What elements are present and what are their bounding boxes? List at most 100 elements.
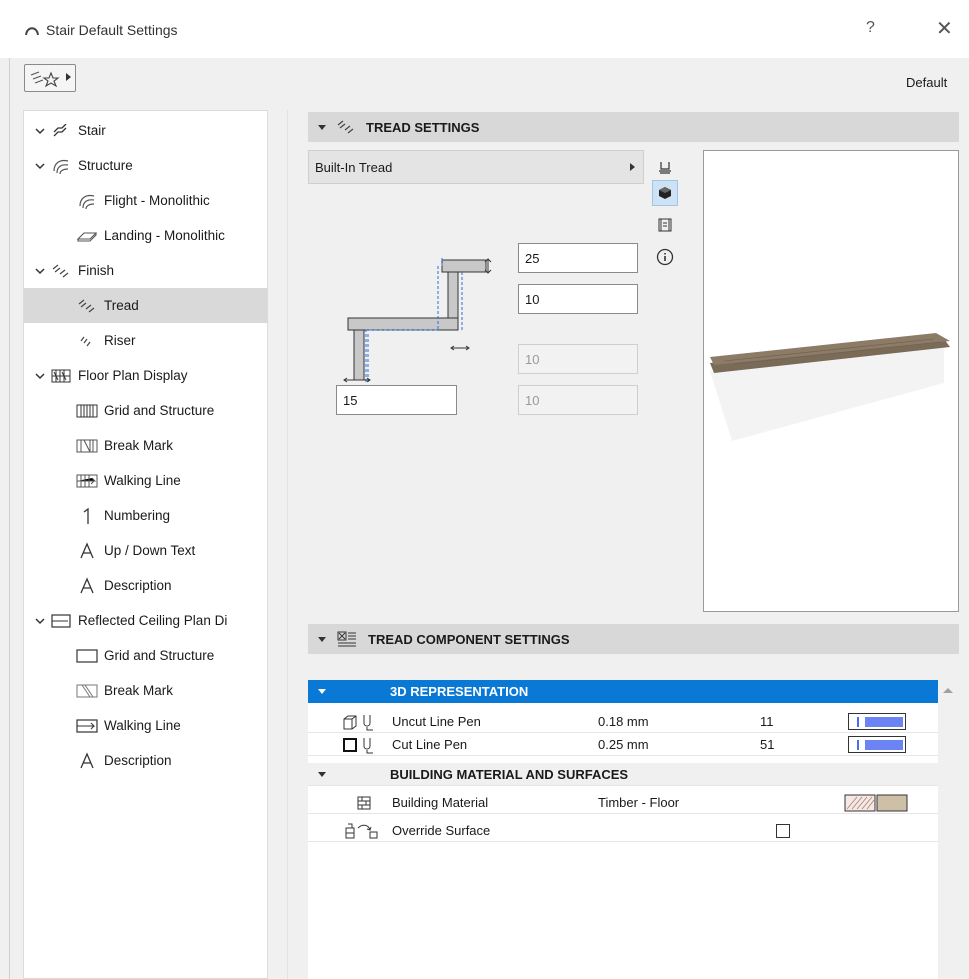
row-name: Building Material xyxy=(392,795,489,810)
tread-bottom-input[interactable]: 15 xyxy=(336,385,457,415)
favorites-arrow-icon xyxy=(66,73,71,81)
building-material-icon xyxy=(356,791,372,814)
tree-item-riser[interactable]: Riser xyxy=(24,323,267,358)
favorites-button[interactable] xyxy=(24,64,76,92)
landing-icon xyxy=(76,227,98,245)
tree-item-grid-and-structure[interactable]: Grid and Structure xyxy=(24,393,267,428)
tree-item-rcp-walking-line[interactable]: Walking Line xyxy=(24,708,267,743)
tree-item-up-down-text[interactable]: Up / Down Text xyxy=(24,533,267,568)
submenu-arrow-icon xyxy=(630,163,635,171)
cube-icon xyxy=(659,187,671,199)
tree-item-walking-line[interactable]: Walking Line xyxy=(24,463,267,498)
override-surface-checkbox[interactable] xyxy=(776,819,790,842)
text-a-icon xyxy=(76,576,98,595)
walking-line-icon xyxy=(76,717,98,735)
collapse-triangle-icon xyxy=(318,124,326,130)
tree-item-reflected-ceiling-plan[interactable]: Reflected Ceiling Plan Di xyxy=(24,603,267,638)
rectangle-icon xyxy=(76,647,98,665)
tread-nosing-input[interactable]: 10 xyxy=(518,284,638,314)
info-button[interactable] xyxy=(652,244,678,270)
group-3d-representation[interactable]: 3D REPRESENTATION xyxy=(308,680,938,703)
tree-item-label: Landing - Monolithic xyxy=(104,228,225,243)
3d-view-button[interactable] xyxy=(652,180,678,206)
tread-3d-model xyxy=(710,333,950,441)
uncut-line-icon xyxy=(342,710,376,733)
tree-item-label: Break Mark xyxy=(104,683,174,698)
tread-settings-header[interactable]: TREAD SETTINGS xyxy=(308,112,959,142)
tree-item-label: Flight - Monolithic xyxy=(104,193,210,208)
tree-item-break-mark[interactable]: Break Mark xyxy=(24,428,267,463)
tree-item-finish[interactable]: Finish xyxy=(24,253,267,288)
cut-line-icon xyxy=(342,733,376,756)
tree-item-flight-monolithic[interactable]: Flight - Monolithic xyxy=(24,183,267,218)
tread-thickness-input[interactable]: 25 xyxy=(518,243,638,273)
row-cut-line-pen[interactable]: Cut Line Pen 0.25 mm 51 xyxy=(308,733,938,756)
tree-item-label: Floor Plan Display xyxy=(78,368,188,383)
riser-icon xyxy=(76,332,98,350)
text-a-icon xyxy=(76,751,98,770)
tread-offset-input-disabled: 10 xyxy=(518,344,638,374)
panel-divider xyxy=(287,110,288,979)
tree-item-rcp-description[interactable]: Description xyxy=(24,743,267,778)
group-label: BUILDING MATERIAL AND SURFACES xyxy=(390,767,629,782)
tree-item-tread[interactable]: Tread xyxy=(24,288,267,323)
numbering-icon xyxy=(76,507,98,525)
group-building-material[interactable]: BUILDING MATERIAL AND SURFACES xyxy=(308,763,938,786)
group-label: 3D REPRESENTATION xyxy=(390,684,529,699)
section-title: TREAD COMPONENT SETTINGS xyxy=(368,631,570,647)
tree-item-label: Numbering xyxy=(104,508,171,523)
floor-plan-view-button[interactable] xyxy=(652,154,678,180)
stair-app-icon xyxy=(25,27,39,36)
collapse-triangle-icon xyxy=(318,772,326,777)
override-surface-icon xyxy=(342,819,380,842)
grid-scrollbar[interactable] xyxy=(938,680,959,979)
tree-item-landing-monolithic[interactable]: Landing - Monolithic xyxy=(24,218,267,253)
tree-item-structure[interactable]: Structure xyxy=(24,148,267,183)
structure-icon xyxy=(50,157,72,175)
tree-item-label: Walking Line xyxy=(104,718,181,733)
plan-view-icon xyxy=(659,162,671,174)
tree-item-rcp-grid-and-structure[interactable]: Grid and Structure xyxy=(24,638,267,673)
tread-icon xyxy=(336,119,356,135)
tree-item-label: Finish xyxy=(78,263,115,278)
tree-item-description[interactable]: Description xyxy=(24,568,267,603)
tread-icon xyxy=(76,297,98,315)
row-building-material[interactable]: Building Material Timber - Floor xyxy=(308,791,938,814)
settings-tree: Stair Structure Flight - Monolithic Land… xyxy=(23,110,268,979)
row-value[interactable]: Timber - Floor xyxy=(598,791,679,814)
chevron-down-icon xyxy=(35,162,45,169)
material-swatch[interactable] xyxy=(844,791,908,814)
tree-item-label: Description xyxy=(104,578,172,593)
tree-item-rcp-break-mark[interactable]: Break Mark xyxy=(24,673,267,708)
tree-item-label: Walking Line xyxy=(104,473,181,488)
collapse-triangle-icon xyxy=(318,636,326,642)
tree-item-label: Up / Down Text xyxy=(104,543,196,558)
section-view-button[interactable] xyxy=(652,212,678,238)
component-settings-grid: 3D REPRESENTATION Uncut Line Pen 0.18 mm… xyxy=(308,680,938,979)
break-mark-icon xyxy=(76,682,98,700)
tread-type-selector[interactable]: Built-In Tread xyxy=(308,150,644,184)
close-button[interactable]: ✕ xyxy=(936,16,953,41)
help-button[interactable]: ? xyxy=(866,19,875,37)
row-override-surface[interactable]: Override Surface xyxy=(308,819,938,842)
component-settings-icon xyxy=(336,630,358,648)
tree-item-label: Riser xyxy=(104,333,136,348)
row-uncut-line-pen[interactable]: Uncut Line Pen 0.18 mm 11 xyxy=(308,710,938,733)
tread-3d-preview[interactable] xyxy=(703,150,959,612)
tree-item-floor-plan-display[interactable]: Floor Plan Display xyxy=(24,358,267,393)
pen-number[interactable]: 11 xyxy=(760,710,774,733)
chevron-down-icon xyxy=(35,617,45,624)
row-value[interactable]: 0.18 mm xyxy=(598,710,649,733)
pen-swatch[interactable] xyxy=(848,733,906,756)
row-value[interactable]: 0.25 mm xyxy=(598,733,649,756)
pen-number[interactable]: 51 xyxy=(760,733,774,756)
floor-plan-icon xyxy=(50,367,72,385)
tree-item-numbering[interactable]: Numbering xyxy=(24,498,267,533)
tree-item-stair[interactable]: Stair xyxy=(24,113,267,148)
tread-component-settings-header[interactable]: TREAD COMPONENT SETTINGS xyxy=(308,624,959,654)
pen-swatch[interactable] xyxy=(848,710,906,733)
scroll-up-icon[interactable] xyxy=(943,688,953,693)
text-a-icon xyxy=(76,541,98,560)
tree-item-label: Tread xyxy=(104,298,139,313)
chevron-down-icon xyxy=(35,267,45,274)
